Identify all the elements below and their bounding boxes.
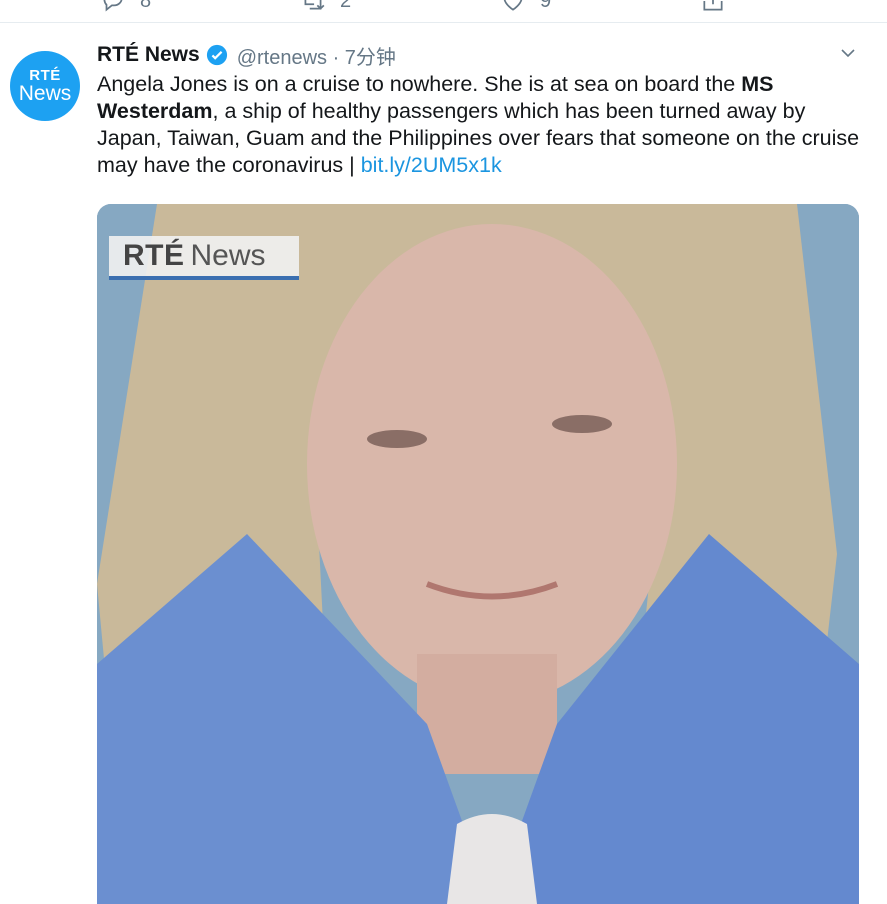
- avatar-line2: News: [18, 81, 72, 105]
- tweet-link[interactable]: bit.ly/2UM5x1k: [361, 153, 502, 177]
- like-count: 9: [540, 0, 552, 12]
- verified-icon: [206, 44, 227, 66]
- retweet-icon: [304, 0, 325, 10]
- logo-brand: RTÉ: [123, 239, 185, 272]
- tweet-header: RTÉ News @rtenews · 7分钟: [97, 39, 396, 71]
- avatar[interactable]: RTÉ News: [10, 51, 80, 121]
- retweet-count: 2: [340, 0, 352, 12]
- tweet-text: Angela Jones is on a cruise to nowhere. …: [97, 71, 867, 179]
- rte-news-logo: RTÉ News: [109, 236, 299, 280]
- share-icon: [703, 0, 723, 11]
- logo-word: News: [190, 239, 266, 272]
- reply-count: 8: [140, 0, 152, 12]
- tweet[interactable]: RTÉ News RTÉ News @rtenews · 7分钟 Angela …: [0, 23, 887, 904]
- video-thumbnail[interactable]: RTÉ News: [97, 204, 859, 904]
- share-button[interactable]: [700, 0, 726, 14]
- chevron-down-icon[interactable]: [838, 43, 858, 63]
- handle-and-time[interactable]: @rtenews · 7分钟: [237, 41, 396, 70]
- tweet-text-part1: Angela Jones is on a cruise to nowhere. …: [97, 72, 742, 96]
- previous-tweet-action-bar: 8 2 9: [0, 0, 887, 23]
- like-icon: [503, 0, 523, 11]
- reply-button[interactable]: 8: [100, 0, 151, 14]
- author-name[interactable]: RTÉ News: [97, 43, 200, 67]
- video-frame-image: [97, 204, 859, 904]
- reply-icon: [103, 0, 123, 12]
- like-button[interactable]: 9: [500, 0, 551, 14]
- avatar-line1: RTÉ: [29, 66, 61, 84]
- retweet-button[interactable]: 2: [300, 0, 351, 14]
